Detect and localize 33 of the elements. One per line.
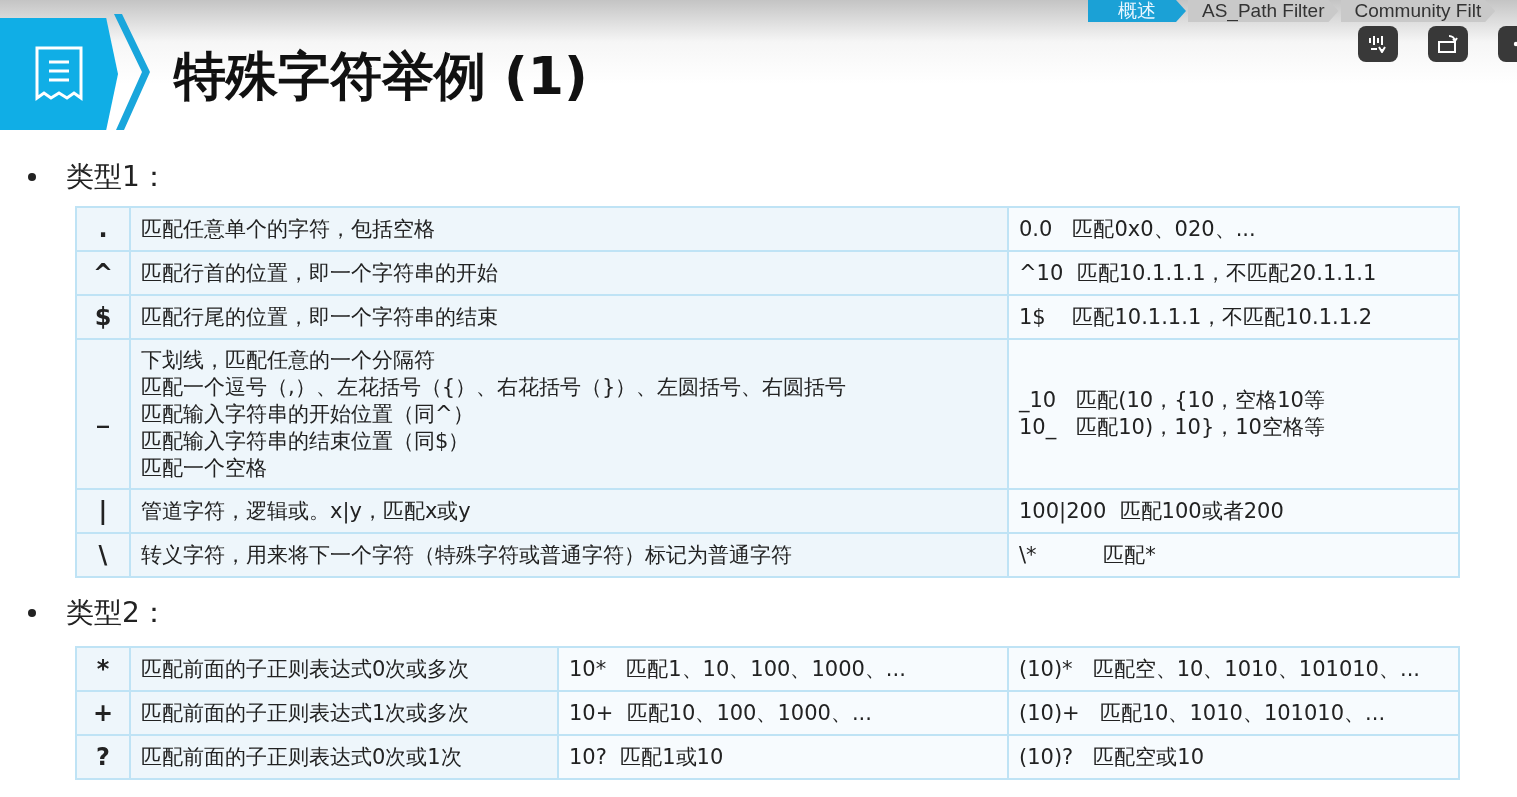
table-cell-text: . [97, 213, 109, 245]
table-cell: (10)* 匹配空、10、1010、101010、... [1007, 648, 1458, 690]
table-cell-text: | [97, 495, 109, 527]
table-cell-text: ? [95, 741, 111, 773]
table-cell-text: _ [96, 398, 110, 430]
bullet-icon [28, 609, 36, 617]
table-cell: 1$ 匹配10.1.1.1，不匹配10.1.1.2 [1007, 296, 1458, 338]
document-icon [33, 44, 85, 104]
table-cell: 10? 匹配1或10 [557, 736, 1007, 778]
table-cell: _10 匹配(10，{10，空格10等 10_ 匹配10)，10}，10空格等 [1007, 340, 1458, 488]
table-cell: (10)? 匹配空或10 [1007, 736, 1458, 778]
table-cell: 10+ 匹配10、100、1000、... [557, 692, 1007, 734]
table-cell: ^10 匹配10.1.1.1，不匹配20.1.1.1 [1007, 252, 1458, 294]
bullet-icon [28, 173, 36, 181]
table-cell: 0.0 匹配0x0、020、... [1007, 208, 1458, 250]
table-cell-text: ^ [91, 257, 115, 289]
section-heading: 类型2： [66, 595, 168, 631]
subtitles-icon [1367, 35, 1389, 53]
table-cell: \* 匹配* [1007, 534, 1458, 576]
player-button[interactable] [1358, 26, 1398, 62]
breadcrumb-item[interactable]: Community Filt [1340, 0, 1496, 22]
breadcrumb-item[interactable]: AS_Path Filter [1188, 0, 1339, 22]
table-cell: 10* 匹配1、10、100、1000、... [557, 648, 1007, 690]
table-cell: (10)+ 匹配10、1010、101010、... [1007, 692, 1458, 734]
slide-title: 特殊字符举例 (1) [174, 45, 588, 108]
table-cell: 100|200 匹配100或者200 [1007, 490, 1458, 532]
table-cell-text: * [95, 653, 111, 685]
rotate-icon [1437, 34, 1459, 54]
table-cell-text: $ [93, 301, 113, 333]
player-button[interactable] [1428, 26, 1468, 62]
section-heading: 类型1： [66, 159, 168, 195]
table-cell-text: \ [97, 539, 109, 571]
table-cell-text: + [91, 697, 115, 729]
